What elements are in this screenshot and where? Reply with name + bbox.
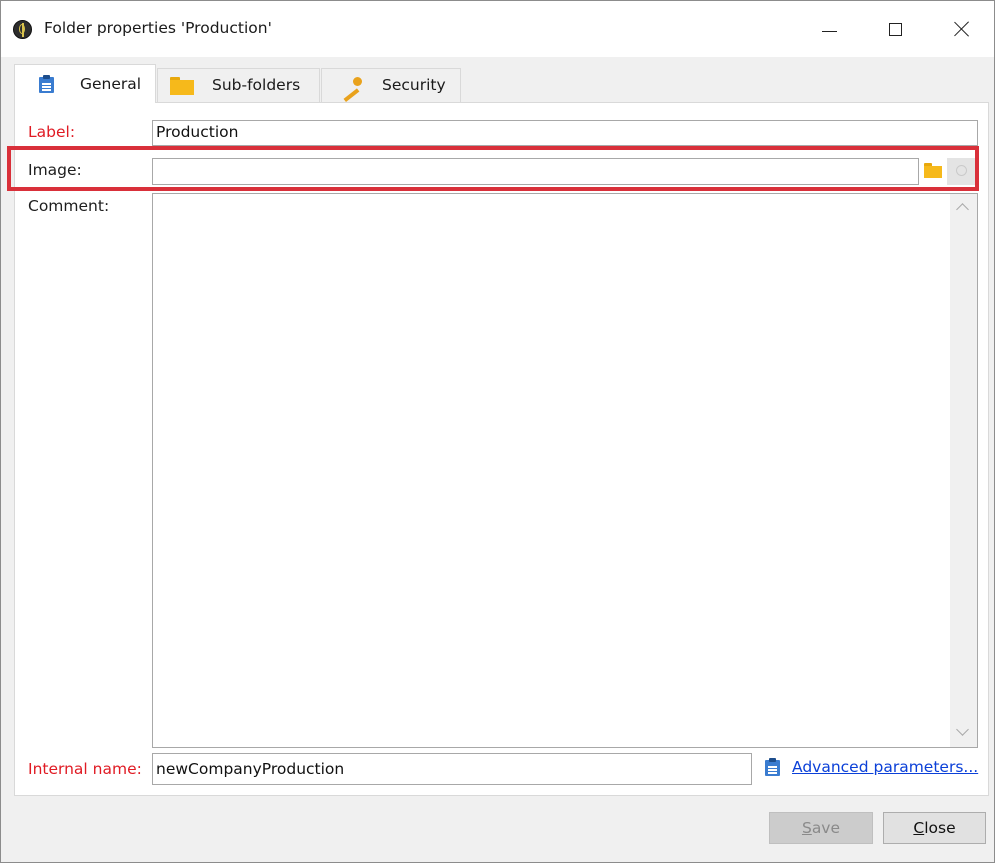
save-mnemonic: S xyxy=(801,819,812,837)
label-field-caption: Label: xyxy=(28,123,76,141)
advanced-parameters-icon[interactable] xyxy=(765,758,780,776)
tab-security-label: Security xyxy=(382,76,446,94)
tab-general[interactable]: General xyxy=(14,64,156,103)
clipboard-icon xyxy=(39,75,54,93)
close-window-button[interactable] xyxy=(929,1,995,57)
minimize-icon xyxy=(821,30,837,32)
key-icon xyxy=(337,76,363,102)
folder-icon xyxy=(170,77,194,95)
advanced-parameters-link[interactable]: Advanced parameters... xyxy=(792,758,978,776)
tab-sub-folders[interactable]: Sub-folders xyxy=(157,68,320,102)
maximize-button[interactable] xyxy=(862,1,928,57)
save-button[interactable]: Save xyxy=(769,812,873,844)
close-button[interactable]: Close xyxy=(883,812,986,844)
scroll-up-icon[interactable] xyxy=(956,203,969,216)
tab-general-label: General xyxy=(80,75,142,93)
app-logo-icon xyxy=(13,20,32,39)
close-mnemonic: C xyxy=(913,819,925,837)
image-row-highlight xyxy=(7,146,979,191)
comment-field-caption: Comment: xyxy=(28,197,110,215)
tab-security[interactable]: Security xyxy=(321,68,461,102)
comment-textarea[interactable] xyxy=(152,193,978,748)
maximize-icon xyxy=(888,22,902,36)
tab-sub-folders-label: Sub-folders xyxy=(212,76,301,94)
save-label-rest: ave xyxy=(811,819,841,837)
title-bar[interactable]: Folder properties 'Production' xyxy=(1,1,994,57)
close-icon xyxy=(954,21,970,37)
close-label-rest: lose xyxy=(924,819,956,837)
internal-name-field[interactable]: newCompanyProduction xyxy=(152,753,752,785)
label-field[interactable]: Production xyxy=(152,120,978,146)
internal-name-caption: Internal name: xyxy=(28,760,142,778)
comment-scrollbar[interactable] xyxy=(950,194,977,747)
window-title: Folder properties 'Production' xyxy=(44,19,272,37)
folder-properties-window: Folder properties 'Production' General S… xyxy=(0,0,995,863)
minimize-button[interactable] xyxy=(796,1,862,57)
scroll-down-icon[interactable] xyxy=(956,723,969,736)
